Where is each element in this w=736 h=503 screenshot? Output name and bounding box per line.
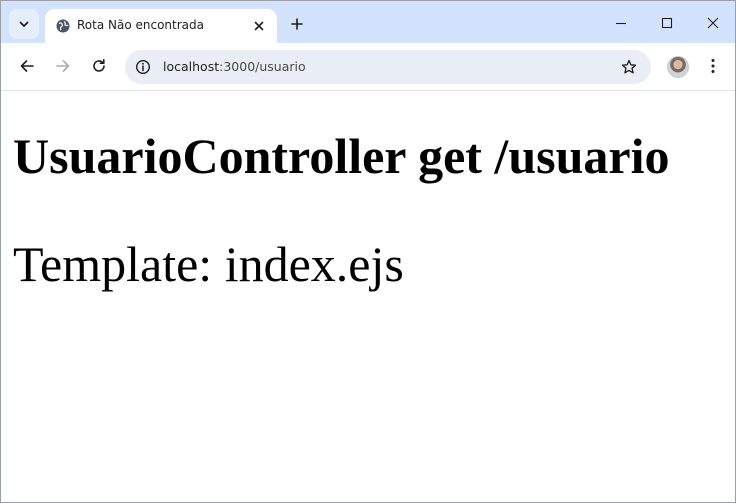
profile-avatar[interactable] bbox=[667, 56, 689, 78]
tab-title: Rota Não encontrada bbox=[77, 18, 204, 32]
browser-menu-button[interactable] bbox=[701, 54, 725, 78]
reload-button[interactable] bbox=[85, 52, 113, 80]
maximize-button[interactable] bbox=[651, 9, 683, 37]
tab-search-button[interactable] bbox=[9, 9, 39, 39]
browser-window: Rota Não encontrada localhost:3000/usuar… bbox=[0, 0, 736, 503]
new-tab-button[interactable] bbox=[285, 12, 309, 36]
minimize-button[interactable] bbox=[605, 9, 637, 37]
minimize-icon bbox=[615, 17, 627, 29]
back-button[interactable] bbox=[13, 52, 41, 80]
close-icon bbox=[707, 17, 719, 29]
reload-icon bbox=[91, 58, 107, 74]
tab-strip: Rota Não encontrada bbox=[1, 1, 735, 43]
arrow-left-icon bbox=[19, 58, 35, 74]
arrow-right-icon bbox=[55, 58, 71, 74]
browser-toolbar: localhost:3000/usuario bbox=[1, 43, 735, 91]
tab-active[interactable]: Rota Não encontrada bbox=[45, 9, 277, 43]
url-host: localhost bbox=[163, 59, 220, 74]
site-info-icon[interactable] bbox=[133, 57, 153, 77]
page-paragraph: Template: index.ejs bbox=[13, 236, 404, 292]
kebab-menu-icon bbox=[711, 58, 715, 74]
plus-icon bbox=[291, 18, 303, 30]
page-heading: UsuarioController get /usuario bbox=[13, 128, 670, 184]
chevron-down-icon bbox=[18, 18, 30, 30]
globe-icon bbox=[55, 18, 71, 34]
forward-button[interactable] bbox=[49, 52, 77, 80]
page-content: UsuarioController get /usuario Template:… bbox=[1, 91, 735, 502]
maximize-icon bbox=[661, 17, 673, 29]
url-path: :3000/usuario bbox=[219, 59, 306, 74]
address-bar[interactable]: localhost:3000/usuario bbox=[125, 50, 651, 84]
url-text: localhost:3000/usuario bbox=[163, 59, 306, 75]
close-icon[interactable] bbox=[249, 16, 269, 36]
close-window-button[interactable] bbox=[697, 9, 729, 37]
star-icon[interactable] bbox=[619, 57, 639, 77]
